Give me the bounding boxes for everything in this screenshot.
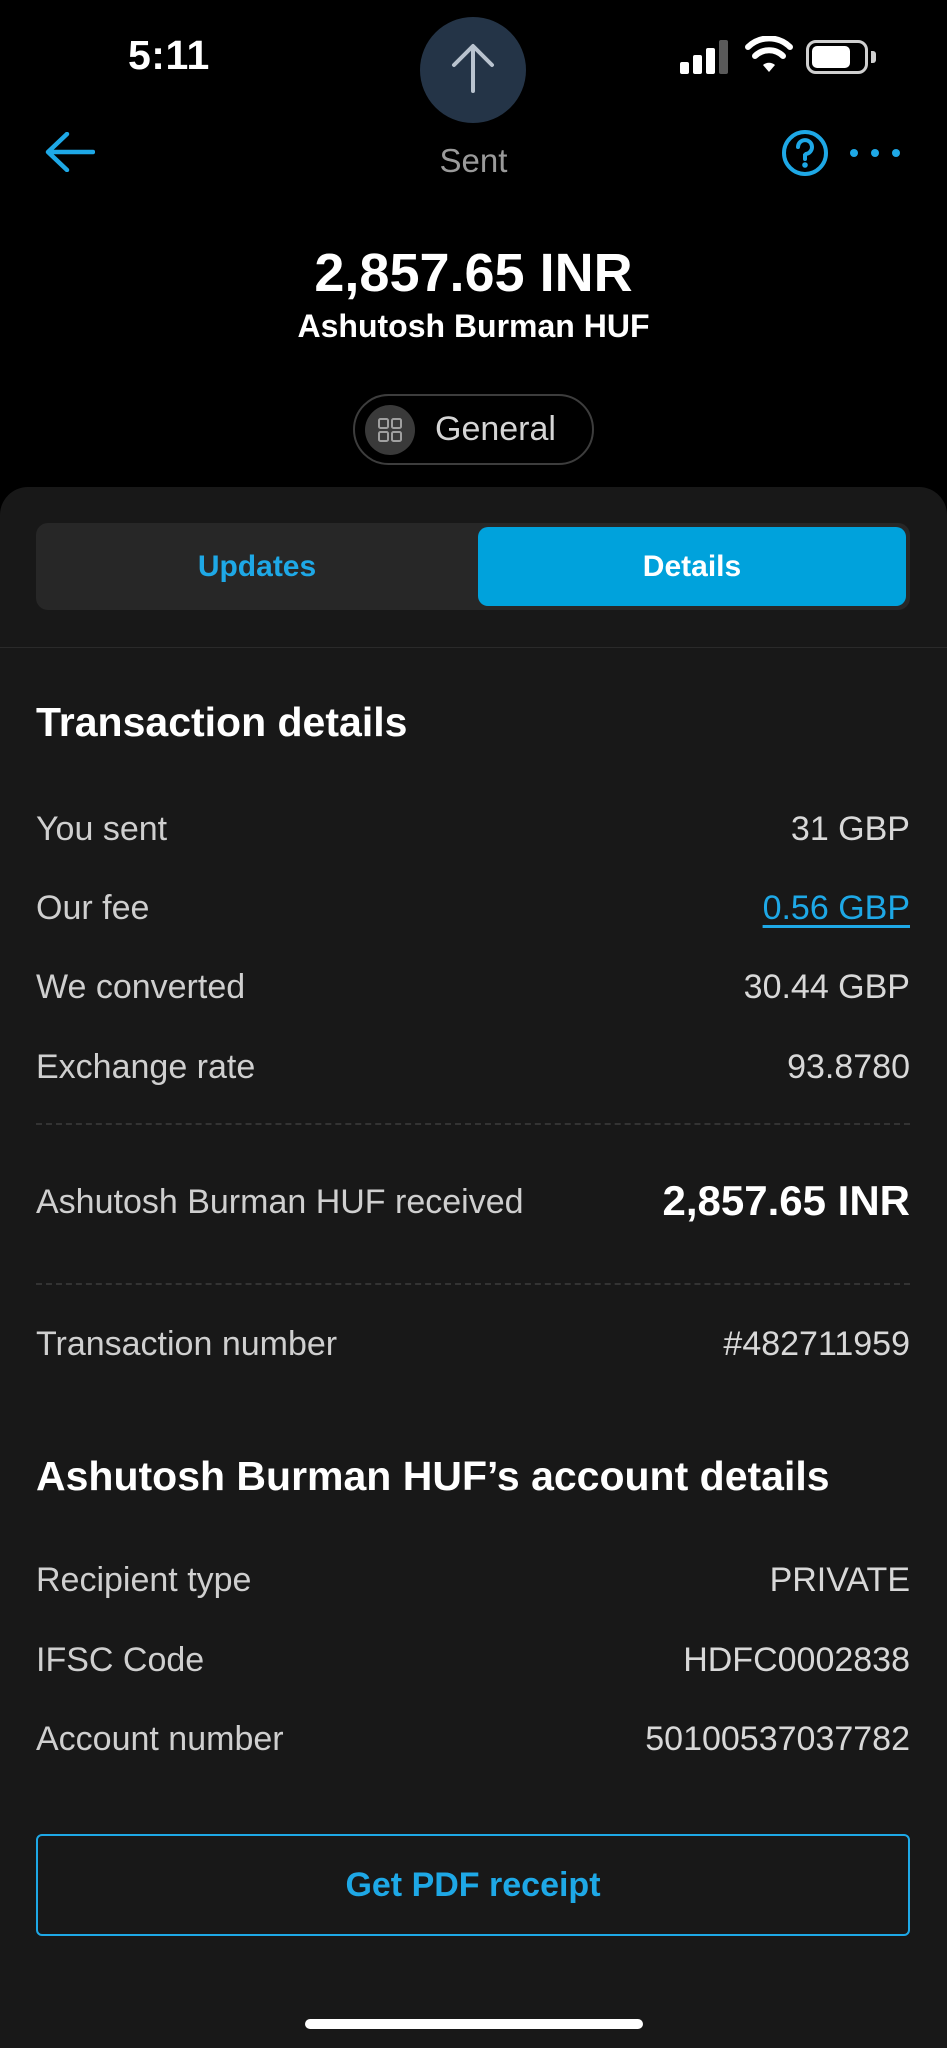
dashed-divider bbox=[36, 1123, 910, 1125]
row-label-recipient-type: Recipient type bbox=[36, 1561, 252, 1599]
arrow-up-icon bbox=[450, 43, 496, 98]
transfer-amount: 2,857.65 INR bbox=[314, 243, 633, 303]
row-value-account-number: 50100537037782 bbox=[645, 1720, 910, 1758]
row-value-you-sent: 31 GBP bbox=[790, 810, 910, 848]
recipient-name: Ashutosh Burman HUF bbox=[297, 308, 650, 344]
transfer-avatar bbox=[420, 17, 526, 123]
home-indicator[interactable] bbox=[305, 2019, 643, 2029]
row-value-recipient-type: PRIVATE bbox=[769, 1561, 910, 1599]
tab-updates[interactable]: Updates bbox=[40, 527, 474, 606]
category-label: General bbox=[435, 410, 556, 448]
row-value-we-converted: 30.44 GBP bbox=[743, 968, 910, 1006]
grid-icon bbox=[365, 404, 415, 455]
battery-icon bbox=[806, 40, 876, 74]
question-circle-icon bbox=[780, 130, 830, 182]
row-label-transaction-number: Transaction number bbox=[36, 1325, 338, 1363]
row-label-exchange-rate: Exchange rate bbox=[36, 1048, 256, 1086]
row-value-ifsc-code: HDFC0002838 bbox=[683, 1641, 910, 1679]
row-label-our-fee: Our fee bbox=[36, 889, 150, 927]
more-horizontal-icon bbox=[850, 149, 858, 157]
wifi-icon bbox=[745, 35, 793, 74]
row-label-received: Ashutosh Burman HUF received bbox=[36, 1183, 524, 1221]
tab-details[interactable]: Details bbox=[478, 527, 906, 606]
cellular-signal-icon bbox=[680, 40, 730, 74]
dashed-divider bbox=[36, 1283, 910, 1285]
row-label-you-sent: You sent bbox=[36, 810, 168, 848]
tab-switcher: Updates Details bbox=[36, 523, 910, 610]
row-value-received: 2,857.65 INR bbox=[662, 1177, 911, 1224]
row-value-exchange-rate: 93.8780 bbox=[787, 1048, 910, 1086]
transaction-details-title: Transaction details bbox=[36, 699, 408, 745]
help-button[interactable] bbox=[780, 128, 830, 178]
row-label-account-number: Account number bbox=[36, 1720, 284, 1758]
divider bbox=[0, 647, 947, 648]
status-time: 5:11 bbox=[128, 32, 210, 78]
more-options-button[interactable] bbox=[850, 138, 900, 168]
account-details-title: Ashutosh Burman HUF’s account details bbox=[36, 1453, 830, 1499]
row-label-we-converted: We converted bbox=[36, 968, 246, 1006]
row-value-transaction-number: #482711959 bbox=[723, 1325, 910, 1363]
get-pdf-receipt-button[interactable]: Get PDF receipt bbox=[36, 1834, 910, 1936]
category-pill[interactable]: General bbox=[353, 394, 594, 465]
fee-link[interactable]: 0.56 GBP bbox=[763, 889, 910, 928]
details-sheet: Updates Details Transaction details You … bbox=[0, 487, 947, 2048]
row-label-ifsc-code: IFSC Code bbox=[36, 1641, 205, 1679]
